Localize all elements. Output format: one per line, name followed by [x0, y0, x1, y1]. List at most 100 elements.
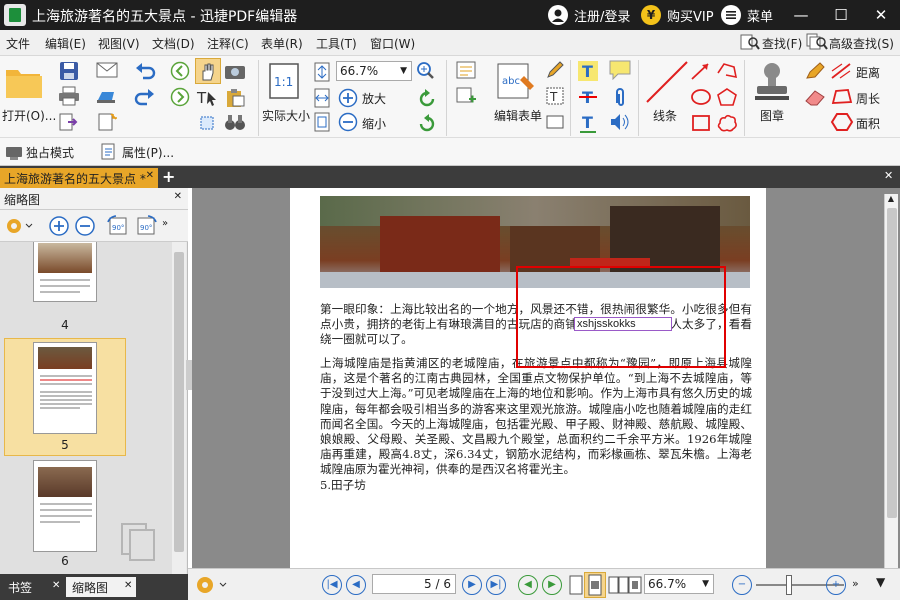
arrow-tool-icon[interactable]: [690, 61, 712, 84]
thumb-zoom-in-icon[interactable]: [48, 215, 70, 240]
area-icon[interactable]: [830, 112, 854, 135]
textbox-icon[interactable]: T: [545, 86, 565, 109]
menu-document[interactable]: 文档(D): [152, 35, 195, 52]
document-view[interactable]: 第一眼印象：上海比较出名的一个地方，风景还不错，很热闹很繁华。小吃很多但有点小贵…: [192, 188, 900, 568]
zoom-select[interactable]: 66.7% ▼: [336, 61, 412, 81]
thumbnail-page-6[interactable]: [33, 460, 97, 552]
options-gear-icon[interactable]: [4, 215, 34, 240]
attachment-icon[interactable]: [609, 86, 631, 111]
close-icon[interactable]: ✕: [124, 580, 132, 591]
continuous-view-icon[interactable]: [584, 572, 606, 598]
first-page-button[interactable]: |◀: [322, 575, 342, 595]
polygon-tool-icon[interactable]: [716, 87, 738, 110]
zoom-in-icon[interactable]: [338, 88, 358, 111]
rotate-left-icon[interactable]: [416, 88, 438, 113]
actual-size-icon[interactable]: 1:1: [268, 62, 300, 105]
zoom-out-icon[interactable]: [338, 112, 358, 135]
open-folder-icon[interactable]: [4, 62, 44, 103]
rotate-cw-90-icon[interactable]: 90°: [134, 214, 158, 241]
cloud-tool-icon[interactable]: [716, 113, 738, 136]
perimeter-label[interactable]: 周长: [856, 90, 880, 107]
open-button-label[interactable]: 打开(O)...: [2, 107, 56, 124]
advanced-find-button[interactable]: 高级查找(S): [829, 35, 894, 52]
actual-size-label[interactable]: 实际大小: [262, 107, 310, 124]
strikeout-text-icon[interactable]: T: [577, 86, 599, 111]
form-text-field[interactable]: xshjsskokks: [574, 317, 672, 331]
fit-width-icon[interactable]: [313, 88, 331, 111]
perimeter-icon[interactable]: [830, 87, 854, 110]
thumbnail-scrollbar[interactable]: [172, 242, 186, 574]
rotate-ccw-90-icon[interactable]: 90°: [106, 214, 130, 241]
edit-form-label[interactable]: 编辑表单: [494, 107, 542, 124]
back-icon[interactable]: [170, 61, 190, 84]
area-label[interactable]: 面积: [856, 115, 880, 132]
zoom-out-button[interactable]: −: [732, 575, 752, 595]
menu-window[interactable]: 窗口(W): [370, 35, 415, 52]
fit-visible-icon[interactable]: [313, 112, 331, 135]
facing-view-icon[interactable]: [608, 575, 630, 598]
properties-button[interactable]: 属性(P)...: [122, 144, 174, 161]
settings-gear-icon[interactable]: [194, 573, 230, 600]
close-icon[interactable]: ✕: [146, 170, 154, 181]
buy-vip-button[interactable]: ¥ 购买VIP: [641, 4, 714, 26]
rectangle-tool-icon[interactable]: [690, 113, 712, 136]
find-button[interactable]: 查找(F): [762, 35, 802, 52]
eraser-icon[interactable]: [804, 87, 826, 110]
menu-comment[interactable]: 注释(C): [207, 35, 249, 52]
zoom-level-select[interactable]: 66.7% ▼: [644, 574, 714, 594]
distance-label[interactable]: 距离: [856, 64, 880, 81]
snapshot-icon[interactable]: [224, 62, 246, 83]
exclusive-mode-button[interactable]: 独占模式: [26, 144, 74, 161]
close-icon[interactable]: ✕: [52, 580, 60, 591]
list-field-icon[interactable]: [455, 60, 477, 83]
line-tool-label[interactable]: 线条: [653, 107, 677, 124]
scan-icon[interactable]: [96, 88, 118, 107]
sound-icon[interactable]: [609, 112, 631, 135]
print-icon[interactable]: [58, 86, 80, 109]
add-field-icon[interactable]: [455, 86, 477, 109]
page-number-input[interactable]: 5 / 6: [372, 574, 456, 594]
stamp-label[interactable]: 图章: [760, 107, 784, 124]
main-menu-button[interactable]: 菜单: [721, 4, 773, 26]
distance-icon[interactable]: [830, 62, 854, 83]
close-document-button[interactable]: ✕: [884, 169, 893, 182]
forward-icon[interactable]: [170, 87, 190, 110]
sticky-note-icon[interactable]: [609, 60, 631, 83]
email-icon[interactable]: [96, 62, 118, 81]
menu-view[interactable]: 视图(V): [98, 35, 140, 52]
edit-form-icon[interactable]: abc: [496, 62, 538, 105]
hand-tool-icon[interactable]: [195, 58, 221, 84]
magnifier-icon[interactable]: [416, 61, 438, 84]
add-tab-button[interactable]: +: [162, 167, 175, 186]
binoculars-icon[interactable]: [224, 112, 246, 135]
maximize-button[interactable]: ☐: [826, 4, 856, 26]
thumbnail-list[interactable]: 4 5 6: [0, 242, 172, 574]
select-text-icon[interactable]: T: [196, 88, 220, 111]
minimize-button[interactable]: —: [786, 4, 816, 26]
scrollbar-thumb[interactable]: [887, 208, 897, 518]
crop-icon[interactable]: [196, 112, 218, 137]
register-login-button[interactable]: 注册/登录: [548, 4, 630, 26]
previous-page-button[interactable]: ◀: [346, 575, 366, 595]
go-back-button[interactable]: ◀: [518, 575, 538, 595]
more-chevron-icon[interactable]: »: [852, 577, 859, 590]
highlighter-icon[interactable]: [804, 61, 826, 84]
tab-bookmarks[interactable]: 书签: [2, 577, 38, 597]
save-icon[interactable]: [58, 60, 80, 85]
new-document-icon[interactable]: [96, 112, 118, 135]
thumbnail-page-5[interactable]: [33, 342, 97, 434]
scroll-up-icon[interactable]: ▲: [884, 194, 898, 206]
pdf-page[interactable]: 第一眼印象：上海比较出名的一个地方，风景还不错，很热闹很繁华。小吃很多但有点小贵…: [290, 188, 766, 568]
single-page-view-icon[interactable]: [568, 575, 584, 598]
zoom-slider-handle[interactable]: [786, 575, 792, 595]
undo-icon[interactable]: [134, 60, 156, 85]
clipboard-icon[interactable]: [224, 88, 246, 111]
thumb-zoom-out-icon[interactable]: [74, 215, 96, 240]
zoom-in-button[interactable]: +: [826, 575, 846, 595]
last-page-button[interactable]: ▶|: [486, 575, 506, 595]
menu-form[interactable]: 表单(R): [261, 35, 303, 52]
line-tool-icon[interactable]: [645, 60, 689, 107]
menu-file[interactable]: 文件: [6, 35, 30, 52]
ellipse-tool-icon[interactable]: [690, 87, 712, 110]
pencil-icon[interactable]: [545, 60, 565, 83]
